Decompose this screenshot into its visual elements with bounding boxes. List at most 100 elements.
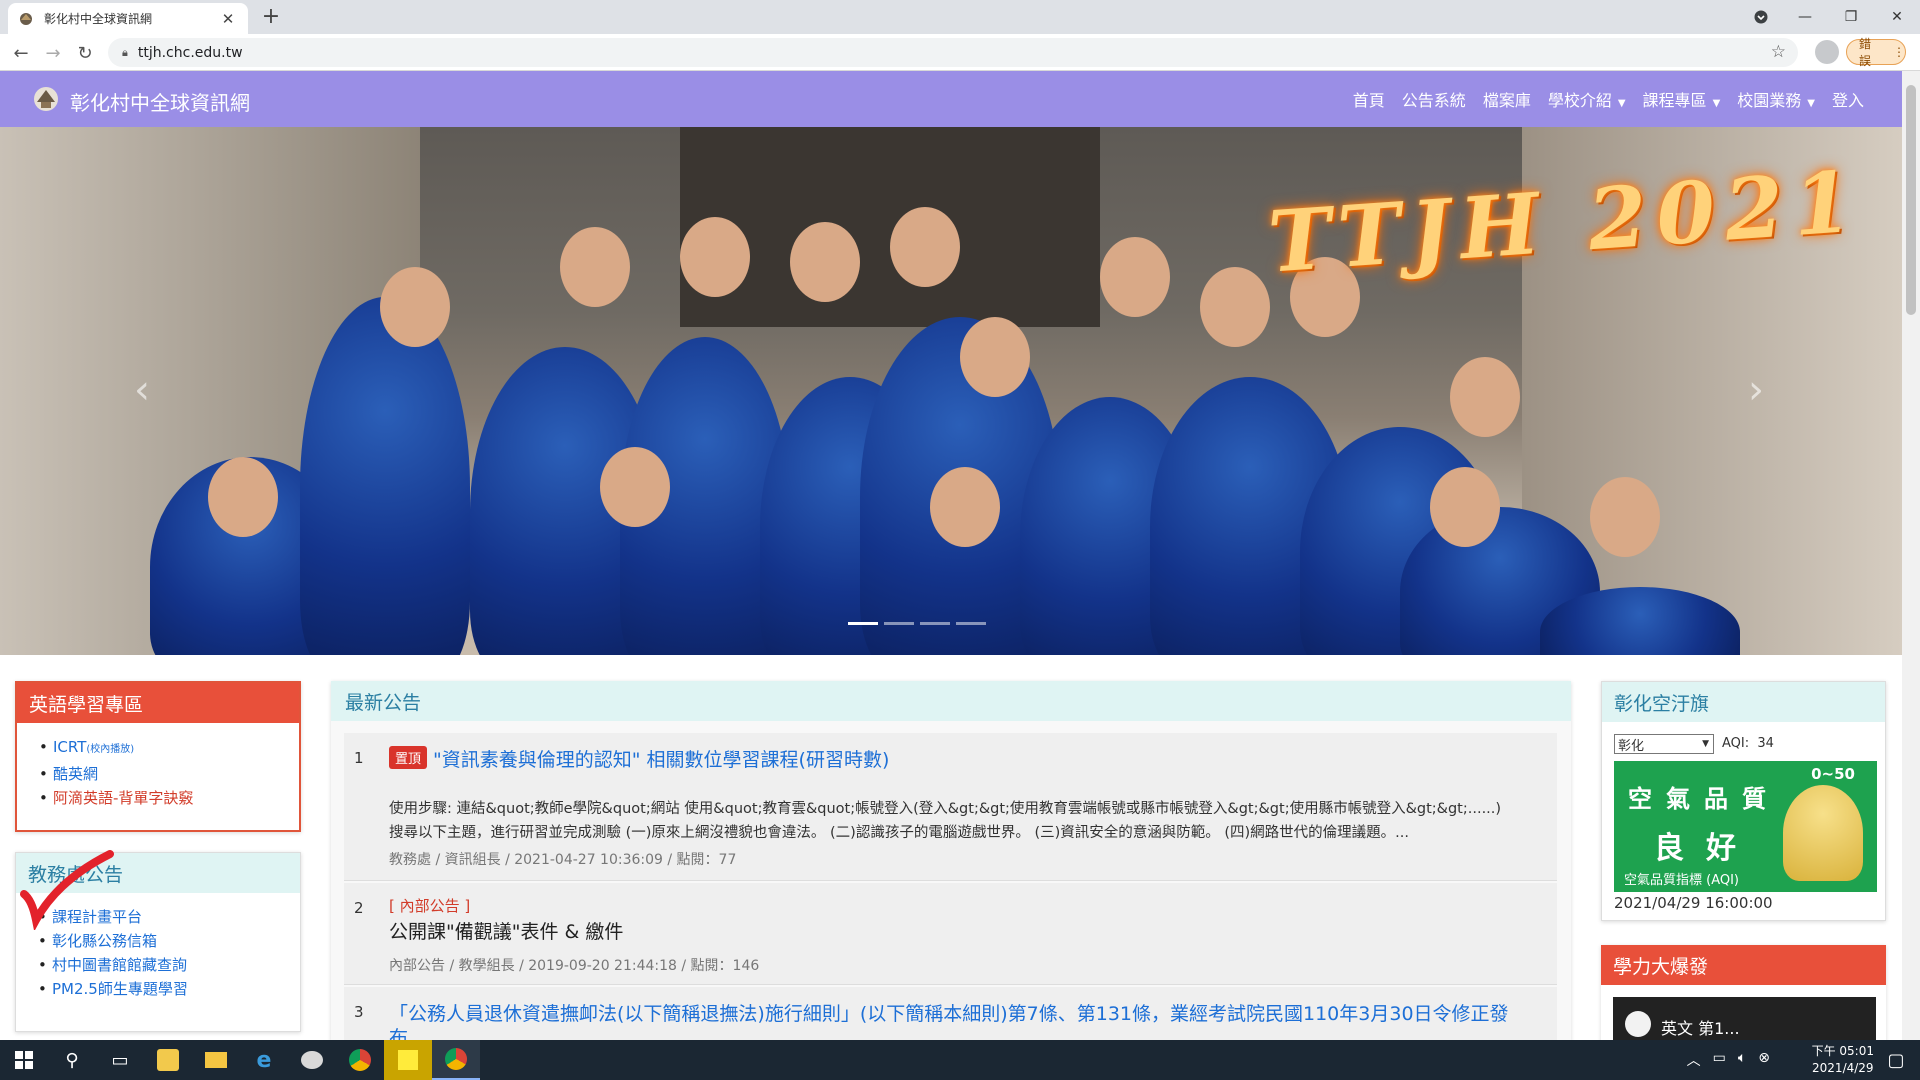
caret-down-icon: ▼ — [1617, 98, 1626, 109]
aqi-title: 彰化空汙旗 — [1602, 682, 1885, 722]
notifications-icon[interactable]: ▢ — [1872, 1040, 1920, 1080]
carousel-next-icon[interactable]: › — [1748, 367, 1764, 413]
volume-icon[interactable]: 🔈︎ — [1738, 1050, 1746, 1070]
carousel-prev-icon[interactable]: ‹ — [134, 367, 150, 413]
scrollbar-thumb[interactable] — [1906, 85, 1916, 315]
menu-campus-services-label: 校園業務 — [1737, 91, 1802, 110]
aqi-range: 0~50 — [1811, 765, 1855, 783]
aqi-quality-line2: 良好 — [1654, 831, 1758, 866]
network-icon[interactable]: ▭ — [1713, 1050, 1726, 1070]
site-navbar: 彰化村中全球資訊網 首頁 公告系統 檔案庫 學校介紹 ▼ 課程專區 ▼ 校園業務 ▼ … — [0, 71, 1902, 127]
sticky-notes-icon[interactable] — [384, 1040, 432, 1080]
caret-down-icon: ▼ — [1807, 98, 1815, 109]
carousel-dot[interactable] — [956, 622, 986, 625]
chrome-active-icon[interactable] — [432, 1040, 480, 1080]
news-num: 3 — [354, 1003, 364, 1021]
news-desc-line: 使用步驟: 連結&quot;教師e學院&quot;網站 使用&quot;教育雲&… — [389, 801, 1502, 817]
school-logo-icon[interactable] — [31, 84, 61, 114]
menu-courses-label: 課程專區 — [1642, 91, 1707, 110]
news-desc-line: 搜尋以下主題，進行研習並完成測驗 (一)原來上網沒禮貌也會違法。 (二)認識孩子… — [389, 825, 1410, 841]
close-window-icon[interactable]: ✕ — [1874, 0, 1920, 34]
list-item: 酷英網 — [39, 762, 299, 786]
news-title-link-cont[interactable]: 布 — [389, 1023, 408, 1041]
error-button[interactable]: 錯誤 ⋮ — [1846, 37, 1906, 68]
channel-icon — [1625, 1011, 1651, 1037]
city-select[interactable]: 彰化 ▼ — [1614, 734, 1714, 754]
chrome-icon[interactable] — [336, 1040, 384, 1080]
close-tab-icon[interactable]: ✕ — [218, 10, 238, 28]
carousel-dot[interactable] — [848, 622, 878, 625]
error-button-label: 錯誤 — [1859, 37, 1872, 68]
search-icon[interactable]: ⚲ — [48, 1040, 96, 1080]
hero-carousel: TTJH 2021 ‹ › — [0, 127, 1902, 655]
mascot-icon — [1783, 785, 1863, 881]
aqi-image: 0~50 空氣品質 良好 空氣品質指標 (AQI) — [1614, 761, 1877, 892]
hero-bg-door — [680, 127, 1100, 327]
menu-school-intro[interactable]: 學校介紹 ▼ — [1548, 87, 1626, 111]
taskbar-clock[interactable]: 下午 05:01 2021/4/29 — [1812, 1043, 1874, 1077]
lock-icon: 🔒︎ — [122, 45, 128, 59]
aqi-quality-line1: 空氣品質 — [1628, 785, 1780, 813]
icrt-suffix: (校內播放) — [86, 744, 135, 755]
ie-icon[interactable]: e — [240, 1040, 288, 1080]
page-scrollbar[interactable] — [1902, 71, 1920, 1040]
address-bar[interactable]: 🔒︎ ttjh.chc.edu.tw ☆ — [108, 38, 1798, 67]
new-tab-icon[interactable]: + — [258, 4, 284, 30]
red-checkmark-annotation — [20, 850, 114, 930]
coolenglish-link[interactable]: 酷英網 — [53, 765, 98, 783]
pm25-link[interactable]: PM2.5師生專題學習 — [52, 980, 188, 998]
list-item: 阿滴英語-背單字訣竅 — [39, 786, 299, 810]
news-title-link[interactable]: 置頂 "資訊素養與倫理的認知" 相關數位學習課程(研習時數) — [389, 745, 889, 772]
english-zone-links: ICRT(校內播放) 酷英網 阿滴英語-背單字訣竅 — [17, 723, 299, 810]
windows-taskbar: ⚲ ▭ e ︿ ▭ 🔈︎ ⊗ 下午 05:01 2021/4/29 ▢ — [0, 1040, 1920, 1080]
menu-courses[interactable]: 課程專區 ▼ — [1643, 87, 1721, 111]
aqi-index-label: 空氣品質指標 (AQI) — [1624, 873, 1740, 888]
icrt-link[interactable]: ICRT — [53, 738, 86, 756]
minimize-icon[interactable]: — — [1782, 0, 1828, 34]
news-num: 2 — [354, 899, 364, 917]
carousel-dot[interactable] — [884, 622, 914, 625]
file-explorer-icon[interactable] — [192, 1040, 240, 1080]
restore-icon[interactable]: ❐ — [1828, 0, 1874, 34]
list-item: 彰化縣公務信箱 — [38, 929, 300, 953]
aqi-time: 2021/04/29 16:00:00 — [1614, 894, 1773, 912]
news-title: 最新公告 — [331, 681, 1571, 721]
news-item: 3 「公務人員退休資遣撫卹法(以下簡稱退撫法)施行細則」(以下簡稱本細則)第7條… — [344, 987, 1557, 1041]
main-menu: 首頁 公告系統 檔案庫 學校介紹 ▼ 課程專區 ▼ 校園業務 ▼ 登入 — [1353, 71, 1864, 127]
site-brand[interactable]: 彰化村中全球資訊網 — [70, 87, 250, 116]
app2-icon[interactable] — [288, 1040, 336, 1080]
carousel-dot[interactable] — [920, 622, 950, 625]
start-icon[interactable] — [0, 1040, 48, 1080]
news-meta: 內部公告 / 教學組長 / 2019-09-20 21:44:18 / 點閱：1… — [389, 958, 760, 974]
pinned-badge: 置頂 — [389, 746, 428, 769]
ime-icon[interactable]: ⊗ — [1758, 1050, 1770, 1070]
city-select-value: 彰化 — [1618, 738, 1645, 754]
app-icon[interactable] — [144, 1040, 192, 1080]
reload-icon[interactable]: ↻ — [72, 40, 98, 66]
news-title-link[interactable]: 公開課"備觀議"表件 & 繳件 — [389, 917, 623, 944]
internal-tag: [ 內部公告 ] — [389, 897, 471, 915]
menu-home[interactable]: 首頁 — [1353, 87, 1385, 111]
tray-chevron-icon[interactable]: ︿ — [1687, 1050, 1701, 1070]
select-chevron-icon: ▼ — [1702, 739, 1709, 749]
menu-files[interactable]: 檔案庫 — [1483, 87, 1531, 111]
menu-announcements[interactable]: 公告系統 — [1402, 87, 1466, 111]
county-mail-link[interactable]: 彰化縣公務信箱 — [52, 932, 157, 950]
forward-icon[interactable]: → — [40, 40, 66, 66]
task-view-icon[interactable]: ▭ — [96, 1040, 144, 1080]
profile-avatar[interactable] — [1815, 40, 1839, 64]
bookmark-star-icon[interactable]: ☆ — [1771, 42, 1786, 62]
menu-campus-services[interactable]: 校園業務 ▼ — [1737, 87, 1815, 111]
browser-tab[interactable]: 彰化村中全球資訊網 ✕ — [8, 3, 248, 34]
back-icon[interactable]: ← — [8, 40, 34, 66]
news-meta: 教務處 / 資訊組長 / 2021-04-27 10:36:09 / 點閱：77 — [389, 852, 737, 868]
library-search-link[interactable]: 村中圖書館館藏查詢 — [52, 956, 187, 974]
browser-tabbar: 彰化村中全球資訊網 ✕ + — ❐ ✕ — [0, 0, 1920, 34]
list-item: 村中圖書館館藏查詢 — [38, 953, 300, 977]
power-title: 學力大爆發 — [1601, 945, 1886, 985]
ray-du-link[interactable]: 阿滴英語-背單字訣竅 — [53, 789, 193, 807]
menu-login[interactable]: 登入 — [1832, 87, 1864, 111]
news-title-link[interactable]: 「公務人員退休資遣撫卹法(以下簡稱退撫法)施行細則」(以下簡稱本細則)第7條、第… — [389, 999, 1509, 1026]
tab-search-icon[interactable] — [1738, 0, 1784, 34]
menu-school-intro-label: 學校介紹 — [1547, 91, 1612, 110]
